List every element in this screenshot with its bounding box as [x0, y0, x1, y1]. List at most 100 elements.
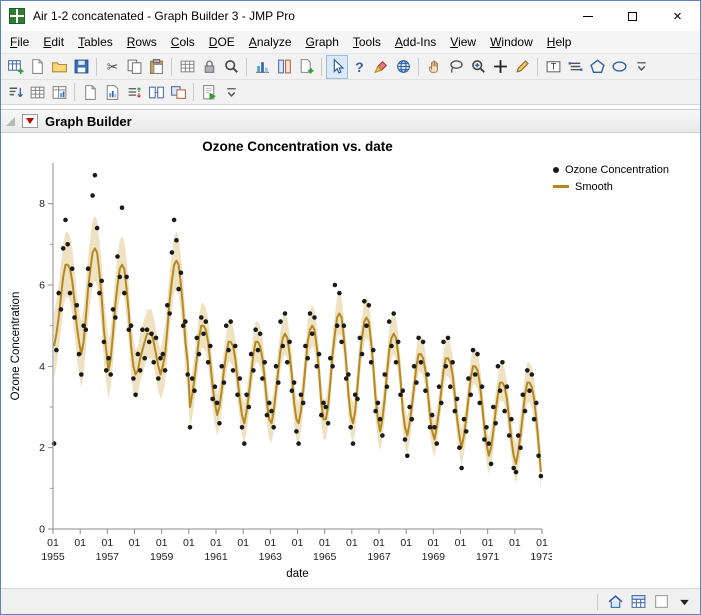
red-triangle-menu-button[interactable]: [22, 114, 38, 128]
run-script-button[interactable]: [198, 80, 220, 104]
svg-text:01: 01: [482, 537, 494, 549]
status-separator: [597, 594, 598, 610]
axis-lines[interactable]: [53, 163, 542, 529]
minimize-button[interactable]: [565, 1, 610, 31]
new-data-table-button[interactable]: [4, 55, 26, 79]
open-button[interactable]: [48, 55, 70, 79]
svg-text:01: 01: [455, 537, 467, 549]
jmp-app-icon: [9, 8, 25, 24]
scatter-points[interactable]: [52, 173, 543, 479]
svg-text:01: 01: [536, 537, 548, 549]
svg-text:T: T: [550, 62, 556, 72]
summary-button[interactable]: [48, 80, 70, 104]
toolbar-overflow-button[interactable]: [630, 55, 652, 79]
svg-text:1965: 1965: [313, 551, 337, 563]
disclosure-triangle-icon[interactable]: [6, 117, 15, 126]
maximize-button[interactable]: [610, 1, 655, 31]
plot-area[interactable]: 0246801195501011957010119590101196101011…: [7, 153, 552, 585]
column-viewer-button[interactable]: [273, 55, 295, 79]
menu-file[interactable]: File: [3, 32, 36, 52]
sort-button[interactable]: [4, 80, 26, 104]
arrow-tool[interactable]: [326, 55, 348, 79]
svg-text:1971: 1971: [476, 551, 500, 563]
x-axis-label[interactable]: date: [286, 568, 308, 580]
sort-icon: [7, 84, 24, 101]
chart-title: Ozone Concentration vs. date: [53, 139, 542, 154]
svg-text:01: 01: [292, 537, 304, 549]
legend-item[interactable]: Ozone Concentration: [553, 161, 669, 178]
svg-text:01: 01: [47, 537, 59, 549]
status-bar: [1, 588, 700, 614]
oval-tool[interactable]: [608, 55, 630, 79]
menu-addins[interactable]: Add-Ins: [388, 32, 443, 52]
menu-help[interactable]: Help: [540, 32, 579, 52]
annotate-tool[interactable]: [511, 55, 533, 79]
menu-analyze[interactable]: Analyze: [242, 32, 299, 52]
title-bar: Air 1-2 concatenated - Graph Builder 3 -…: [1, 1, 700, 31]
window-state-button[interactable]: [651, 592, 671, 612]
svg-text:?: ?: [355, 59, 363, 75]
data-filter-button[interactable]: [176, 55, 198, 79]
brush-tool[interactable]: [370, 55, 392, 79]
menu-edit[interactable]: Edit: [36, 32, 71, 52]
oval-icon: [611, 58, 628, 75]
menu-cols[interactable]: Cols: [164, 32, 202, 52]
polygon-icon: [589, 58, 606, 75]
svg-text:0: 0: [39, 524, 45, 536]
data-grid-button[interactable]: [26, 80, 48, 104]
search-button[interactable]: [220, 55, 242, 79]
polygon-tool[interactable]: [586, 55, 608, 79]
toolbar-overflow-2-button[interactable]: [220, 80, 242, 104]
svg-text:01: 01: [400, 537, 412, 549]
menu-tools[interactable]: Tools: [346, 32, 388, 52]
toolbar-separator: [96, 58, 97, 76]
graph-builder-report: Ozone Concentration vs. date 02468011955…: [1, 133, 700, 588]
menu-doe[interactable]: DOE: [202, 32, 242, 52]
line-tool[interactable]: [564, 55, 586, 79]
data-table-view-button[interactable]: [628, 592, 648, 612]
layout-button[interactable]: [101, 80, 123, 104]
menu-window[interactable]: Window: [483, 32, 540, 52]
menu-graph[interactable]: Graph: [299, 32, 346, 52]
clear-row-states-button[interactable]: [198, 55, 220, 79]
crosshair-tool[interactable]: [489, 55, 511, 79]
globe-tool[interactable]: [392, 55, 414, 79]
help-tool[interactable]: ?: [348, 55, 370, 79]
legend-item[interactable]: Smooth: [553, 178, 669, 195]
svg-text:✂: ✂: [106, 58, 118, 74]
new-journal-button[interactable]: [26, 55, 48, 79]
svg-text:01: 01: [101, 537, 113, 549]
window-list-button[interactable]: [674, 592, 694, 612]
join-table-button[interactable]: [167, 80, 189, 104]
toolbar-separator: [74, 83, 75, 101]
grid-chart-icon: [51, 84, 68, 101]
menu-view[interactable]: View: [443, 32, 483, 52]
doc-icon: [29, 58, 46, 75]
svg-text:01: 01: [237, 537, 249, 549]
journal-button[interactable]: [79, 80, 101, 104]
home-button[interactable]: [605, 592, 625, 612]
y-axis-label[interactable]: Ozone Concentration: [10, 292, 22, 401]
close-button[interactable]: ×: [655, 1, 700, 31]
save-button[interactable]: [70, 55, 92, 79]
sort-columns-button[interactable]: [123, 80, 145, 104]
join-icon: [170, 84, 187, 101]
toolbar-separator: [537, 58, 538, 76]
magnifier-tool[interactable]: [467, 55, 489, 79]
svg-text:01: 01: [183, 537, 195, 549]
split-table-button[interactable]: [145, 80, 167, 104]
new-formula-column-button[interactable]: [295, 55, 317, 79]
svg-text:1963: 1963: [259, 551, 283, 563]
grabber-tool[interactable]: [423, 55, 445, 79]
copy-button[interactable]: [123, 55, 145, 79]
text-box-tool[interactable]: T: [542, 55, 564, 79]
lasso-tool[interactable]: [445, 55, 467, 79]
paste-button[interactable]: [145, 55, 167, 79]
toolbar-separator: [418, 58, 419, 76]
menu-rows[interactable]: Rows: [120, 32, 164, 52]
graph-builder-button[interactable]: [251, 55, 273, 79]
menu-tables[interactable]: Tables: [71, 32, 120, 52]
menu-bar: FileEditTablesRowsColsDOEAnalyzeGraphToo…: [1, 31, 700, 53]
minimize-icon: [583, 16, 593, 17]
cut-button[interactable]: ✂: [101, 55, 123, 79]
